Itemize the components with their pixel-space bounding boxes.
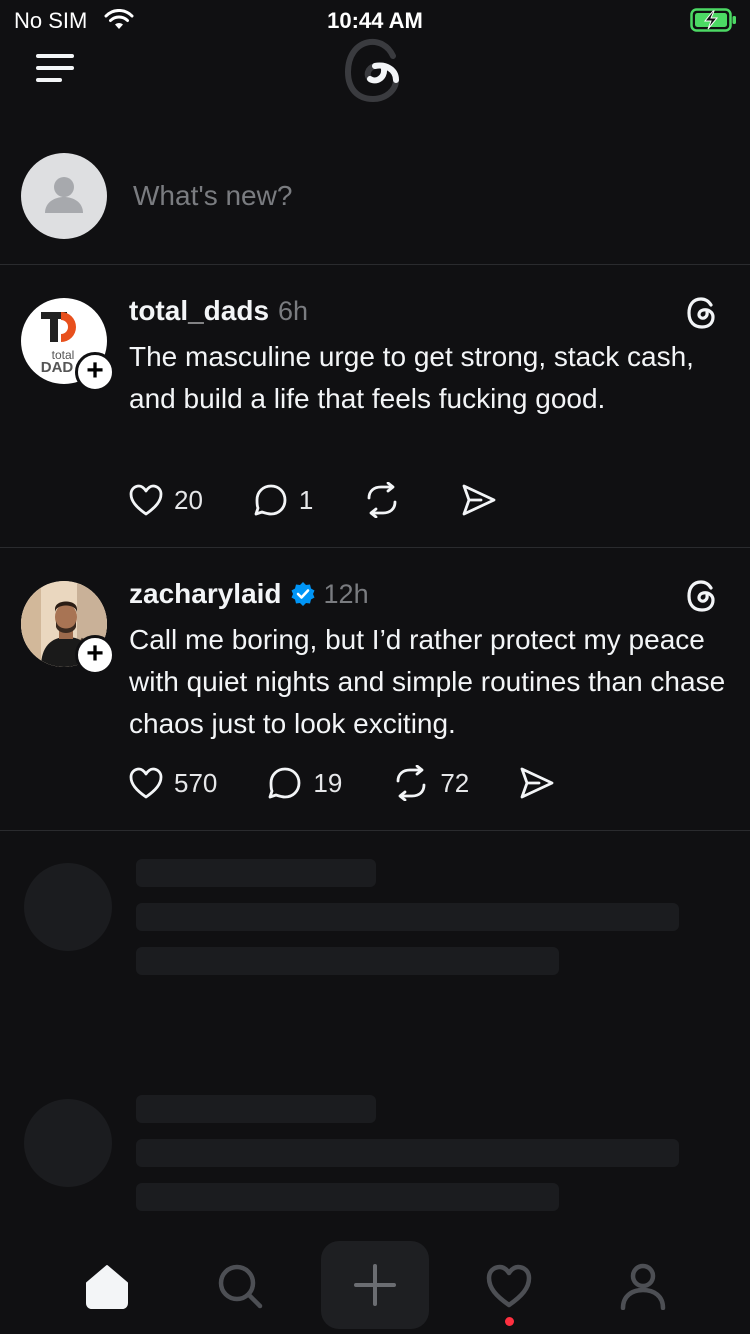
divider (0, 547, 750, 548)
repost-icon (396, 765, 426, 801)
username[interactable]: zacharylaid (129, 578, 282, 610)
repost-count: 72 (440, 767, 470, 798)
follow-button[interactable]: + (75, 352, 115, 392)
share-button[interactable] (519, 766, 555, 800)
post-time: 12h (323, 578, 369, 609)
repost-icon (367, 482, 397, 518)
svg-text:DAD: DAD (41, 359, 74, 376)
divider (0, 264, 750, 265)
comment-icon (254, 484, 287, 516)
share-button[interactable] (461, 483, 497, 517)
skeleton-line (136, 903, 679, 931)
battery-charging-icon (690, 8, 736, 32)
comment-icon (268, 767, 301, 799)
clock: 10:44 AM (327, 8, 423, 33)
repost-button[interactable]: 72 (392, 765, 469, 801)
home-icon (86, 1265, 128, 1309)
verified-badge-icon (291, 582, 315, 606)
skeleton-line (136, 1139, 679, 1167)
skeleton-avatar (24, 1099, 112, 1187)
menu-button[interactable] (36, 50, 74, 86)
search-icon (218, 1264, 263, 1309)
skeleton-line (136, 1183, 559, 1211)
like-count: 570 (174, 767, 218, 798)
create-button[interactable] (321, 1241, 429, 1329)
reply-button[interactable]: 19 (267, 765, 342, 801)
threads-mark-icon[interactable] (685, 579, 719, 613)
threads-mark-icon[interactable] (685, 296, 719, 330)
repost-button[interactable] (363, 482, 411, 518)
heart-icon (129, 767, 163, 799)
like-button[interactable]: 570 (128, 766, 217, 800)
skeleton-line (136, 947, 559, 975)
send-icon (462, 484, 496, 516)
profile-icon (620, 1263, 666, 1310)
follow-button[interactable]: + (75, 635, 115, 675)
tab-search[interactable] (210, 1256, 270, 1316)
compose-input[interactable]: What's new? (133, 180, 292, 212)
divider (0, 830, 750, 831)
tab-profile[interactable] (613, 1256, 673, 1316)
send-icon (520, 767, 554, 799)
my-avatar[interactable] (21, 153, 107, 239)
tab-activity[interactable] (479, 1256, 539, 1316)
notification-dot (505, 1317, 514, 1326)
default-user-icon (45, 177, 83, 213)
post-text: The masculine urge to get strong, stack … (129, 341, 694, 414)
username[interactable]: total_dads (129, 295, 269, 327)
skeleton-line (136, 1095, 376, 1123)
reply-count: 1 (298, 484, 314, 515)
post-time: 6h (278, 296, 309, 326)
like-button[interactable]: 20 (128, 483, 203, 517)
threads-logo-icon[interactable] (340, 36, 410, 106)
post-text: Call me boring, but I’d rather protect m… (129, 624, 726, 739)
tab-home[interactable] (77, 1256, 137, 1316)
heart-icon (486, 1264, 532, 1308)
skeleton-line (136, 859, 376, 887)
plus-icon (354, 1264, 396, 1306)
skeleton-avatar (24, 863, 112, 951)
like-count: 20 (174, 484, 203, 515)
heart-icon (129, 484, 163, 516)
reply-button[interactable]: 1 (253, 482, 313, 518)
status-bar: No SIM 10:44 AM (0, 0, 750, 40)
reply-count: 19 (313, 767, 343, 798)
